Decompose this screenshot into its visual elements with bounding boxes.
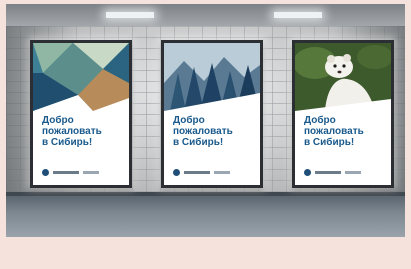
poster-1-sponsor-logos	[42, 168, 120, 176]
sponsor-logo-wordmark	[53, 170, 79, 174]
subway-scene: Добро пожаловать в Сибирь! Добро пожалов…	[6, 4, 405, 237]
geometric-landscape-illustration	[33, 43, 129, 111]
poster-2-headline: Добро пожаловать в Сибирь!	[173, 115, 255, 148]
ceiling	[6, 4, 405, 26]
partner-logo-wordmark	[214, 170, 230, 174]
forest-illustration	[164, 43, 260, 111]
poster-2: Добро пожаловать в Сибирь!	[161, 40, 263, 188]
headline-line: пожаловать	[173, 126, 233, 137]
headline-line: Добро	[304, 115, 336, 126]
poster-3-headline: Добро пожаловать в Сибирь!	[304, 115, 386, 148]
headline-line: Добро	[173, 115, 205, 126]
sponsor-logo-wordmark	[184, 170, 210, 174]
headline-line: Добро	[42, 115, 74, 126]
poster-1-artwork	[33, 43, 129, 111]
poster-3: Добро пожаловать в Сибирь!	[292, 40, 394, 188]
headline-line: пожаловать	[304, 126, 364, 137]
floor	[6, 196, 405, 237]
ceiling-light	[274, 12, 322, 18]
image-frame: Добро пожаловать в Сибирь! Добро пожалов…	[0, 0, 411, 269]
sponsor-logo-icon	[304, 168, 311, 176]
ceiling-light	[106, 12, 154, 18]
sponsor-logo-icon	[42, 168, 49, 176]
poster-2-artwork	[164, 43, 260, 111]
headline-line: в Сибирь!	[304, 137, 355, 148]
headline-line: в Сибирь!	[173, 137, 224, 148]
sponsor-logo-wordmark	[315, 170, 341, 174]
headline-line: в Сибирь!	[42, 137, 93, 148]
sponsor-logo-icon	[173, 168, 180, 176]
partner-logo-wordmark	[83, 170, 99, 174]
poster-1-headline: Добро пожаловать в Сибирь!	[42, 115, 124, 148]
poster-2-sponsor-logos	[173, 168, 251, 176]
ermine-photo	[295, 43, 391, 111]
partner-logo-wordmark	[345, 170, 361, 174]
headline-line: пожаловать	[42, 126, 102, 137]
poster-1: Добро пожаловать в Сибирь!	[30, 40, 132, 188]
poster-3-sponsor-logos	[304, 168, 382, 176]
poster-3-artwork	[295, 43, 391, 111]
